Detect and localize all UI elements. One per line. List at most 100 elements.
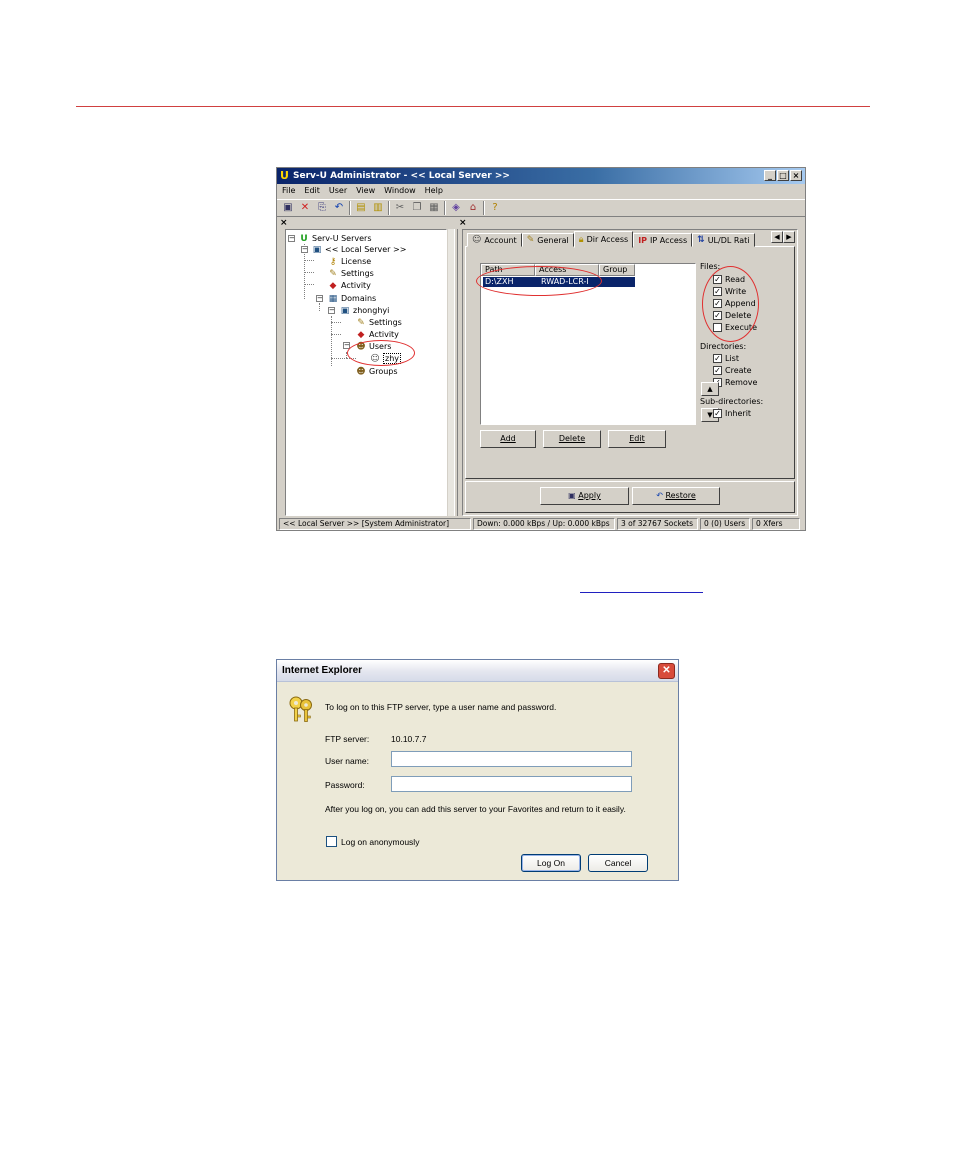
password-input[interactable]: [391, 776, 632, 792]
close-button[interactable]: ×: [790, 170, 802, 181]
checkbox-label: Append: [725, 299, 756, 308]
collapse-toggle-icon[interactable]: −: [301, 246, 308, 253]
tab-scroll-left-icon[interactable]: ◀: [771, 231, 783, 243]
column-header-group[interactable]: Group: [599, 264, 635, 276]
tree-groups[interactable]: ☻ Groups: [356, 366, 398, 377]
checkbox-read[interactable]: ✓ Read: [713, 275, 745, 284]
checkbox-delete[interactable]: ✓ Delete: [713, 311, 751, 320]
tree-label: License: [341, 257, 372, 266]
tree-domain-zhonghyi[interactable]: ▣ zhonghyi: [340, 305, 390, 316]
tree-domain-activity[interactable]: ◆ Activity: [356, 329, 399, 340]
tree-label: Domains: [341, 294, 377, 303]
directories-group-label: Directories:: [700, 342, 747, 351]
collapse-toggle-icon[interactable]: −: [316, 295, 323, 302]
tree-domain-settings[interactable]: ✎ Settings: [356, 317, 402, 328]
tab-ip-access[interactable]: IP IP Access: [633, 233, 693, 247]
username-input[interactable]: [391, 751, 632, 767]
refresh-icon[interactable]: ▥: [371, 201, 385, 215]
tree-label: Activity: [369, 330, 399, 339]
paste-icon[interactable]: ▦: [427, 201, 441, 215]
account-icon: ☺: [472, 235, 482, 245]
dialog-title: Internet Explorer: [282, 665, 363, 676]
tab-general[interactable]: ✎ General: [521, 233, 574, 247]
checkbox-create[interactable]: ✓ Create: [713, 366, 752, 375]
checkbox-append[interactable]: ✓ Append: [713, 299, 756, 308]
tree-settings[interactable]: ✎ Settings: [328, 268, 374, 279]
undo-icon[interactable]: ↶: [332, 201, 346, 215]
log-on-button[interactable]: Log On: [521, 854, 581, 872]
help-icon[interactable]: ?: [488, 201, 502, 215]
home-icon[interactable]: ⌂: [466, 201, 480, 215]
table-row[interactable]: D:\ZXH RWAD-LCR-I: [483, 277, 635, 287]
menu-file[interactable]: File: [282, 184, 295, 198]
edit-button[interactable]: Edit: [608, 430, 666, 448]
checkbox-list[interactable]: ✓ List: [713, 354, 739, 363]
pane-splitter[interactable]: [454, 229, 458, 516]
servu-titlebar[interactable]: U Serv-U Administrator - << Local Server…: [277, 168, 805, 184]
tree-user-zhy[interactable]: ☺ zhy: [370, 353, 402, 364]
delete-icon[interactable]: ✕: [298, 201, 312, 215]
menu-help[interactable]: Help: [425, 184, 443, 198]
menu-user[interactable]: User: [329, 184, 347, 198]
tree-domains[interactable]: ▦ Domains: [328, 293, 376, 304]
close-icon[interactable]: ✕: [658, 663, 675, 679]
delete-button[interactable]: Delete: [543, 430, 601, 448]
tree-local-server[interactable]: ▣ << Local Server >>: [312, 244, 407, 255]
column-header-path[interactable]: Path: [481, 264, 535, 276]
files-group-label: Files:: [700, 262, 721, 271]
checkbox-remove[interactable]: ✓Remove: [713, 378, 757, 387]
collapse-toggle-icon[interactable]: −: [343, 342, 350, 349]
tree-pane-close-icon[interactable]: ×: [280, 219, 288, 228]
minimize-button[interactable]: _: [764, 170, 776, 181]
tree-label: Activity: [341, 281, 371, 290]
restore-button[interactable]: ↶ Restore: [632, 487, 720, 505]
tab-scroll-right-icon[interactable]: ▶: [783, 231, 795, 243]
server-icon: ▣: [312, 244, 322, 255]
copy2-icon[interactable]: ❐: [410, 201, 424, 215]
tree-label: zhy: [383, 353, 402, 364]
checkbox-inherit[interactable]: ✓ Inherit: [713, 409, 751, 418]
copy-icon[interactable]: ⎘: [315, 201, 329, 215]
toolbar: ▣ ✕ ⎘ ↶ ▤ ▥ ✂ ❐ ▦ ◈ ⌂ ?: [277, 199, 805, 217]
column-header-access[interactable]: Access: [535, 264, 599, 276]
maximize-button[interactable]: □: [777, 170, 789, 181]
checkbox-label: List: [725, 354, 739, 363]
menu-view[interactable]: View: [356, 184, 375, 198]
cut-icon[interactable]: ✂: [393, 201, 407, 215]
tab-account[interactable]: ☺ Account: [467, 233, 522, 247]
tree-license[interactable]: ⚷ License: [328, 256, 371, 267]
up-folder-icon[interactable]: ▤: [354, 201, 368, 215]
menu-edit[interactable]: Edit: [304, 184, 320, 198]
dialog-titlebar[interactable]: Internet Explorer ✕: [277, 660, 678, 682]
server-tree-pane[interactable]: − U Serv-U Servers − ▣ << Local Server >…: [285, 229, 447, 516]
tree-label: Groups: [369, 367, 398, 376]
detail-pane-close-icon[interactable]: ×: [459, 219, 467, 228]
status-users: 0 (0) Users: [700, 518, 750, 530]
tab-dir-access[interactable]: 🔒︎ Dir Access: [573, 231, 634, 248]
add-button[interactable]: Add: [480, 430, 536, 448]
collapse-toggle-icon[interactable]: −: [328, 307, 335, 314]
checkbox-write[interactable]: ✓ Write: [713, 287, 746, 296]
menu-window[interactable]: Window: [384, 184, 416, 198]
groups-icon: ☻: [356, 366, 366, 377]
collapse-toggle-icon[interactable]: −: [288, 235, 295, 242]
tree-activity[interactable]: ◆ Activity: [328, 280, 371, 291]
anonymous-checkbox[interactable]: [326, 836, 337, 847]
book-icon[interactable]: ◈: [449, 201, 463, 215]
cancel-button[interactable]: Cancel: [588, 854, 648, 872]
checkbox-execute[interactable]: Execute: [713, 323, 757, 332]
tree-serv-u-servers[interactable]: U Serv-U Servers: [299, 233, 371, 244]
save-icon[interactable]: ▣: [281, 201, 295, 215]
move-up-button[interactable]: ▲: [701, 382, 719, 396]
toolbar-separator: [349, 201, 351, 215]
checkbox-box: ✓: [713, 311, 722, 320]
tree-label: Users: [369, 342, 392, 351]
tree-users[interactable]: ☻ Users: [356, 341, 391, 352]
hyperlink-underline[interactable]: [580, 592, 703, 593]
dir-access-list[interactable]: Path Access Group D:\ZXH RWAD-LCR-I: [480, 263, 696, 425]
username-label: User name:: [325, 756, 369, 766]
settings-icon: ✎: [357, 317, 365, 328]
apply-button[interactable]: ▣ Apply: [540, 487, 629, 505]
tree-label: Settings: [369, 318, 402, 327]
tab-ul-dl-ratio[interactable]: ⇅ UL/DL Rati: [692, 233, 755, 247]
